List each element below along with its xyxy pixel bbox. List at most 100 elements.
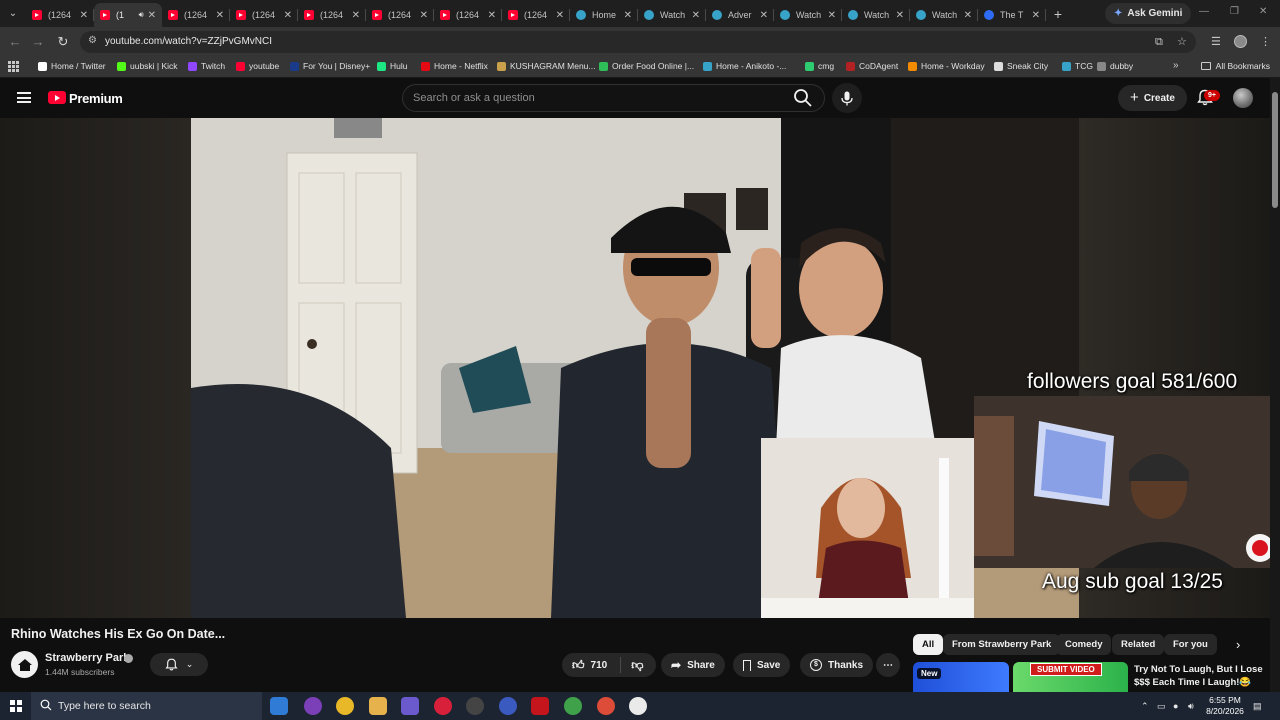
bookmark-item[interactable]: Home - Workday bbox=[908, 61, 985, 71]
scrollbar-thumb[interactable] bbox=[1272, 92, 1278, 208]
bookmark-item[interactable]: uubski | Kick bbox=[117, 61, 178, 71]
browser-tab[interactable]: Adver ✕ bbox=[706, 3, 774, 27]
all-bookmarks-button[interactable]: All Bookmarks bbox=[1200, 61, 1270, 71]
close-tab-icon[interactable]: ✕ bbox=[216, 10, 224, 21]
subscribed-notifications-button[interactable]: ⌄ bbox=[150, 653, 208, 676]
tab-audio-icon[interactable]: 🔊︎ bbox=[139, 10, 144, 20]
file-explorer-icon[interactable] bbox=[369, 697, 387, 715]
close-tab-icon[interactable]: ✕ bbox=[624, 10, 632, 21]
ask-gemini-button[interactable]: ✦ Ask Gemini bbox=[1105, 3, 1192, 24]
bookmark-item[interactable]: Home - Netflix bbox=[421, 61, 488, 71]
bookmark-item[interactable]: Twitch bbox=[188, 61, 225, 71]
close-tab-icon[interactable]: ✕ bbox=[80, 10, 88, 21]
microphone-tray-icon[interactable]: ● bbox=[1173, 701, 1178, 711]
share-button[interactable]: ➦ Share bbox=[661, 653, 725, 677]
taskbar-app-icon[interactable] bbox=[531, 697, 549, 715]
filter-chip[interactable]: Related bbox=[1112, 634, 1165, 655]
close-tab-icon[interactable]: ✕ bbox=[284, 10, 292, 21]
browser-tab[interactable]: Watch ✕ bbox=[910, 3, 978, 27]
chevron-right-icon[interactable]: › bbox=[1236, 637, 1240, 652]
minimize-icon[interactable]: — bbox=[1199, 6, 1209, 17]
filter-chip[interactable]: From Strawberry Park bbox=[943, 634, 1061, 655]
close-tab-icon[interactable]: ✕ bbox=[148, 10, 156, 21]
bookmark-star-icon[interactable]: ☆ bbox=[1177, 35, 1187, 48]
clock-app-icon[interactable] bbox=[629, 697, 647, 715]
browser-tab[interactable]: The T ✕ bbox=[978, 3, 1046, 27]
tab-search-icon[interactable]: ⌄ bbox=[0, 0, 26, 27]
browser-tab[interactable]: Watch ✕ bbox=[842, 3, 910, 27]
notification-center-icon[interactable]: ▤ bbox=[1253, 701, 1262, 712]
bookmark-item[interactable]: KUSHAGRAM Menu... bbox=[497, 61, 596, 71]
close-tab-icon[interactable]: ✕ bbox=[828, 10, 836, 21]
bookmark-item[interactable]: CoDAgent bbox=[846, 61, 898, 71]
site-info-icon[interactable]: ⚙ bbox=[88, 35, 100, 49]
close-tab-icon[interactable]: ✕ bbox=[692, 10, 700, 21]
browser-tab[interactable]: (1264 ✕ bbox=[162, 3, 230, 27]
hamburger-menu-icon[interactable] bbox=[17, 92, 31, 103]
search-input[interactable] bbox=[413, 85, 783, 111]
chrome-taskbar-icon[interactable] bbox=[597, 697, 615, 715]
browser-tab[interactable]: (1264 ✕ bbox=[298, 3, 366, 27]
forward-icon[interactable]: → bbox=[29, 33, 47, 51]
url-text[interactable]: youtube.com/watch?v=ZZjPvGMvNCI bbox=[105, 36, 272, 47]
taskbar-app-icon[interactable] bbox=[270, 697, 288, 715]
create-button[interactable]: + Create bbox=[1118, 85, 1187, 111]
browser-tab[interactable]: Home ✕ bbox=[570, 3, 638, 27]
reading-list-icon[interactable]: ☰ bbox=[1211, 35, 1221, 48]
bookmark-item[interactable]: Home / Twitter bbox=[38, 61, 106, 71]
account-avatar[interactable] bbox=[1233, 88, 1253, 108]
filter-chip[interactable]: All bbox=[913, 634, 944, 655]
like-button[interactable]: 👍︎ 710 bbox=[572, 658, 607, 673]
browser-tab[interactable]: (1264 ✕ bbox=[26, 3, 94, 27]
taskbar-search-input[interactable]: Type here to search bbox=[58, 700, 151, 712]
recommendation-title[interactable]: Try Not To Laugh, But I Lose $$$ Each Ti… bbox=[1134, 663, 1264, 689]
install-app-icon[interactable]: ⧉ bbox=[1155, 36, 1163, 49]
bookmark-item[interactable]: Hulu bbox=[377, 61, 407, 71]
address-bar[interactable]: ⚙ youtube.com/watch?v=ZZjPvGMvNCI ⧉ ☆ bbox=[80, 31, 1196, 53]
more-actions-button[interactable]: ⋯ bbox=[876, 653, 900, 677]
voice-search-button[interactable] bbox=[832, 83, 862, 113]
apps-grid-icon[interactable] bbox=[8, 61, 19, 72]
channel-avatar[interactable] bbox=[11, 651, 38, 678]
filter-chip[interactable]: Comedy bbox=[1056, 634, 1112, 655]
more-bookmarks-icon[interactable]: » bbox=[1173, 60, 1179, 71]
search-icon[interactable] bbox=[793, 88, 813, 108]
bookmark-item[interactable]: Order Food Online |... bbox=[599, 61, 694, 71]
taskbar-app-icon[interactable] bbox=[434, 697, 452, 715]
taskbar-app-icon[interactable] bbox=[466, 697, 484, 715]
taskbar-app-icon[interactable] bbox=[304, 697, 322, 715]
chrome-taskbar-icon[interactable] bbox=[336, 697, 354, 715]
close-tab-icon[interactable]: ✕ bbox=[556, 10, 564, 21]
close-tab-icon[interactable]: ✕ bbox=[964, 10, 972, 21]
bookmark-item[interactable]: Home - Anikoto -... bbox=[703, 61, 786, 71]
thanks-button[interactable]: $ Thanks bbox=[800, 653, 874, 677]
close-tab-icon[interactable]: ✕ bbox=[1032, 10, 1040, 21]
chrome-menu-icon[interactable]: ⋮ bbox=[1260, 35, 1271, 48]
windows-start-icon[interactable] bbox=[10, 700, 22, 712]
new-tab-button[interactable]: + bbox=[1046, 6, 1070, 22]
close-tab-icon[interactable]: ✕ bbox=[352, 10, 360, 21]
tray-overflow-icon[interactable]: ⌃ bbox=[1141, 701, 1149, 712]
filter-chip[interactable]: For you bbox=[1164, 634, 1217, 655]
channel-name[interactable]: Strawberry Park bbox=[45, 652, 129, 664]
taskbar-app-icon[interactable] bbox=[401, 697, 419, 715]
bookmark-item[interactable]: dubby bbox=[1097, 61, 1133, 71]
volume-icon[interactable]: 🔊︎ bbox=[1188, 701, 1194, 712]
bookmark-item[interactable]: cmg bbox=[805, 61, 834, 71]
restore-icon[interactable]: ❐ bbox=[1230, 6, 1239, 17]
profile-avatar[interactable] bbox=[1234, 35, 1247, 48]
browser-tab[interactable]: (1 🔊︎ ✕ bbox=[94, 3, 162, 27]
chrome-taskbar-icon[interactable] bbox=[564, 697, 582, 715]
bookmark-item[interactable]: For You | Disney+ bbox=[290, 61, 370, 71]
save-button[interactable]: Save bbox=[733, 653, 791, 677]
close-tab-icon[interactable]: ✕ bbox=[896, 10, 904, 21]
browser-tab[interactable]: (1264 ✕ bbox=[230, 3, 298, 27]
video-player[interactable]: followers goal 581/600 Aug sub goal 13/2… bbox=[0, 118, 1270, 618]
close-tab-icon[interactable]: ✕ bbox=[420, 10, 428, 21]
close-tab-icon[interactable]: ✕ bbox=[760, 10, 768, 21]
reload-icon[interactable]: ↻ bbox=[54, 33, 72, 51]
taskbar-app-icon[interactable] bbox=[499, 697, 517, 715]
browser-tab[interactable]: Watch ✕ bbox=[774, 3, 842, 27]
back-icon[interactable]: ← bbox=[6, 33, 24, 51]
network-icon[interactable]: ▭ bbox=[1157, 701, 1166, 712]
